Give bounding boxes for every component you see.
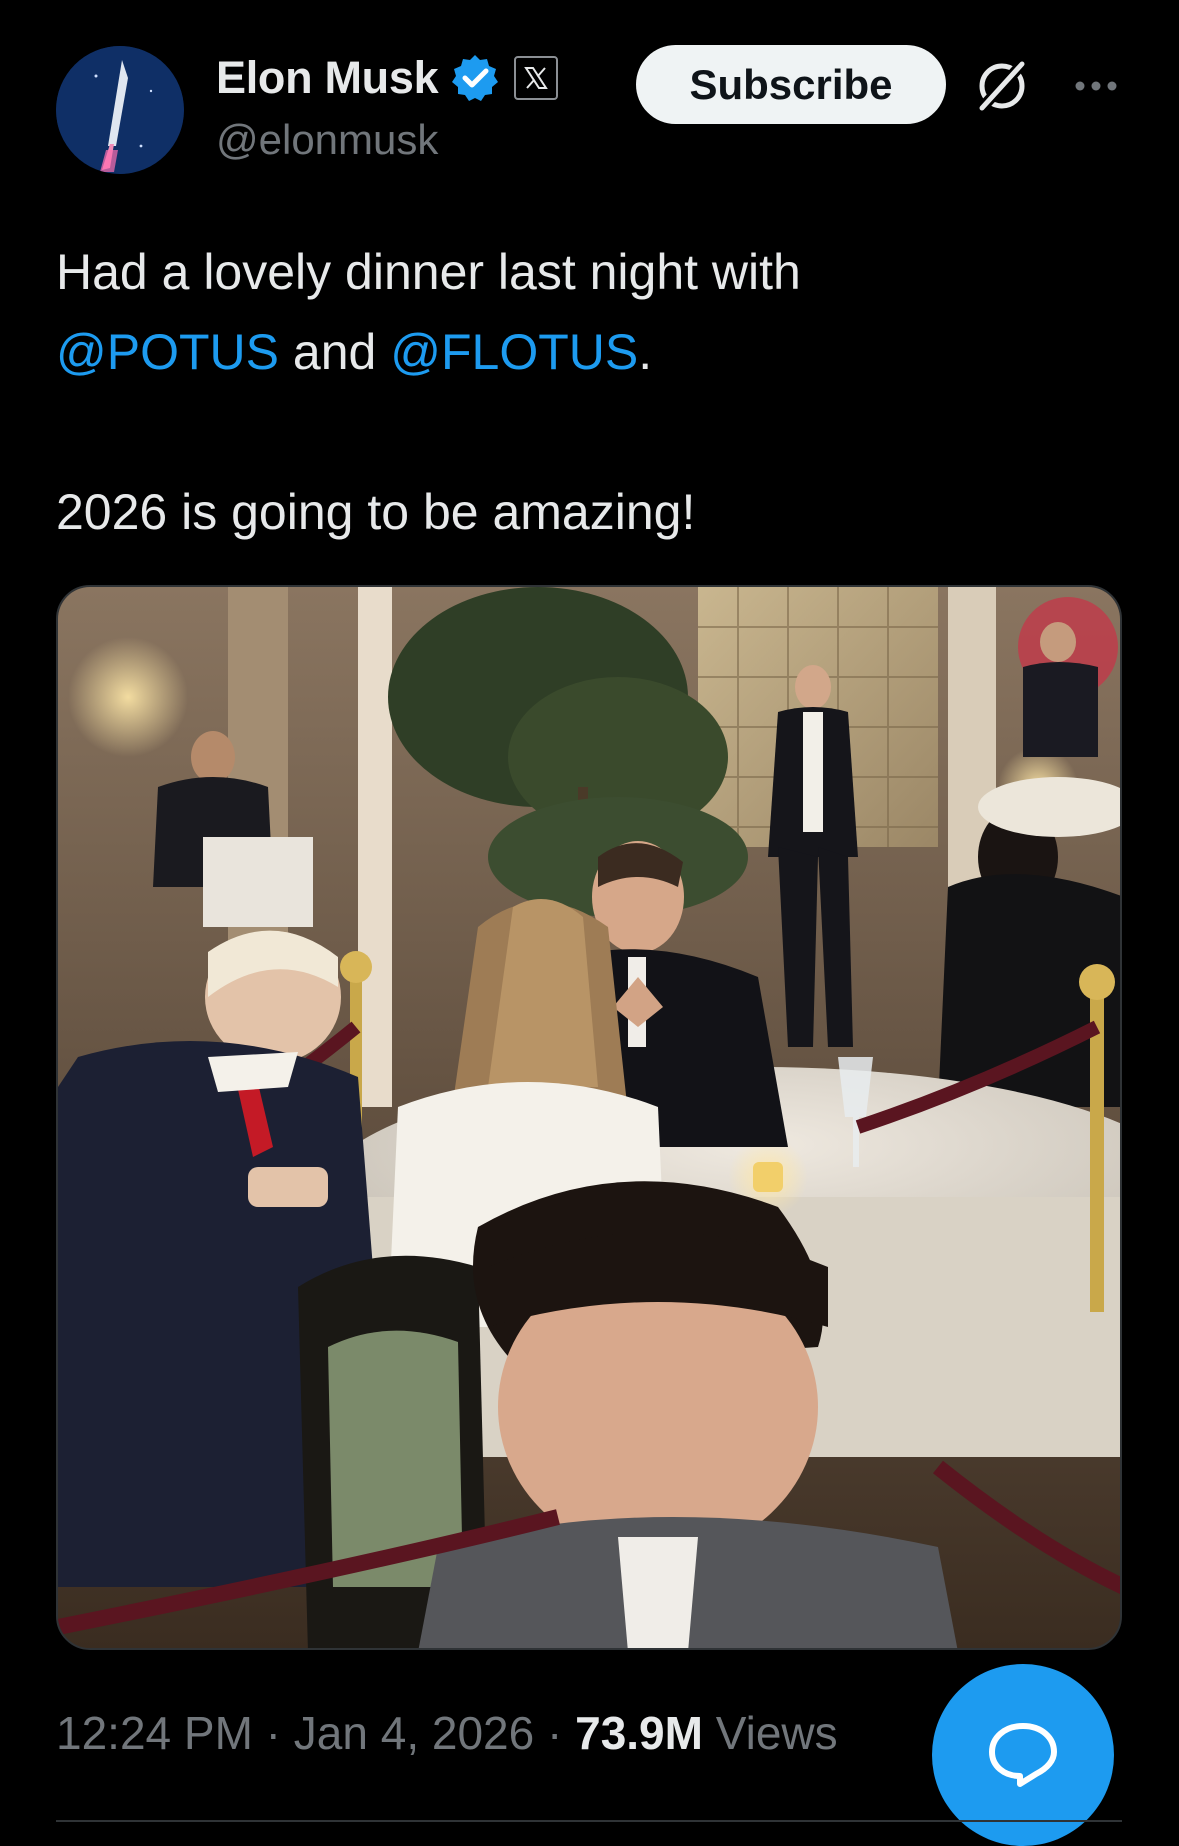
avatar[interactable] — [56, 46, 184, 174]
views-count[interactable]: 73.9M — [575, 1707, 703, 1759]
tweet-text: Had a lovely dinner last night with @POT… — [56, 232, 1136, 552]
tweet-meta: 12:24 PM · Jan 4, 2026 · 73.9M Views — [56, 1706, 838, 1760]
tweet-line-1: Had a lovely dinner last night with — [56, 244, 801, 300]
reply-icon — [989, 1723, 1057, 1787]
meta-separator: · — [252, 1707, 294, 1759]
mention-flotus[interactable]: @FLOTUS — [390, 324, 638, 380]
tweet-line-2: @POTUS and @FLOTUS. — [56, 312, 1136, 392]
tweet-time[interactable]: 12:24 PM — [56, 1707, 253, 1759]
author-name-row: Elon Musk — [216, 48, 559, 108]
tweet-date[interactable]: Jan 4, 2026 — [294, 1707, 534, 1759]
verified-badge-icon[interactable] — [450, 53, 500, 103]
tweet-and-text: and — [279, 324, 391, 380]
dinner-photo-image — [58, 587, 1120, 1648]
meta-separator: · — [534, 1707, 576, 1759]
reply-button[interactable] — [932, 1664, 1114, 1846]
author-display-name[interactable]: Elon Musk — [216, 52, 439, 104]
tweet-period: . — [638, 324, 653, 380]
tweet-photo[interactable] — [56, 585, 1122, 1650]
x-logo-icon[interactable] — [514, 56, 559, 100]
views-label[interactable]: Views — [703, 1707, 838, 1759]
author-handle[interactable]: @elonmusk — [216, 116, 438, 164]
bottom-divider — [56, 1820, 1122, 1822]
more-options-icon[interactable] — [1072, 70, 1120, 102]
tweet-line-3: 2026 is going to be amazing! — [56, 484, 696, 540]
grok-icon[interactable] — [972, 56, 1032, 116]
subscribe-button[interactable]: Subscribe — [636, 45, 946, 124]
mention-potus[interactable]: @POTUS — [56, 324, 279, 380]
rocket-avatar-icon — [56, 46, 184, 174]
